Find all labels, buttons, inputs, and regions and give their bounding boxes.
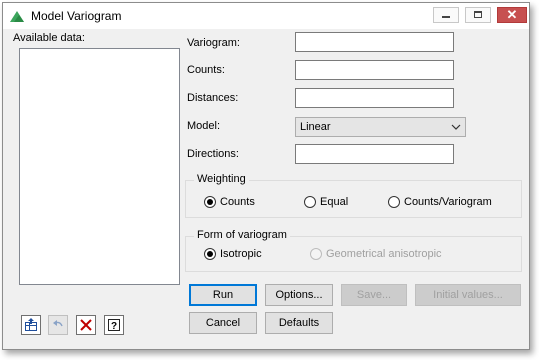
close-icon: ✕: [506, 7, 518, 22]
isotropic-radio[interactable]: [204, 248, 216, 260]
app-logo-icon: [9, 9, 25, 23]
distances-label: Distances:: [187, 92, 239, 104]
save-button: Save...: [341, 284, 407, 306]
weighting-counts-radio[interactable]: [204, 196, 216, 208]
weighting-group-title: Weighting: [194, 173, 249, 185]
distances-input[interactable]: [295, 88, 454, 108]
run-button[interactable]: Run: [189, 284, 257, 306]
variogram-input[interactable]: [295, 32, 454, 52]
window-title: Model Variogram: [31, 9, 122, 23]
model-label: Model:: [187, 120, 221, 132]
title-bar[interactable]: Model Variogram ✕: [3, 3, 529, 29]
maximize-icon: [474, 11, 482, 18]
minimize-button[interactable]: [433, 7, 459, 23]
weighting-counts-label[interactable]: Counts: [220, 196, 255, 208]
available-data-label: Available data:: [13, 32, 85, 44]
cancel-button[interactable]: Cancel: [189, 312, 257, 334]
svg-text:?: ?: [111, 321, 117, 332]
chevron-down-icon: [451, 124, 461, 130]
directions-input[interactable]: [295, 144, 454, 164]
undo-icon: [53, 320, 63, 327]
geometrical-anisotropic-radio: [310, 248, 322, 260]
available-data-list[interactable]: [19, 48, 180, 285]
weighting-counts-variogram-radio[interactable]: [388, 196, 400, 208]
initial-values-button: Initial values...: [415, 284, 521, 306]
form-of-variogram-group: Form of variogram Isotropic Geometrical …: [185, 229, 522, 272]
geometrical-anisotropic-label: Geometrical anisotropic: [326, 248, 442, 260]
clear-icon: [80, 319, 92, 331]
clear-button[interactable]: [76, 315, 96, 335]
isotropic-label[interactable]: Isotropic: [220, 248, 262, 260]
maximize-button[interactable]: [465, 7, 491, 23]
model-variogram-dialog: Model Variogram ✕ Available data: Variog…: [2, 2, 530, 350]
directions-label: Directions:: [187, 148, 239, 160]
copy-to-spreadsheet-button[interactable]: [21, 315, 41, 335]
model-select[interactable]: Linear: [295, 117, 466, 137]
options-button[interactable]: Options...: [265, 284, 333, 306]
help-button[interactable]: ?: [104, 315, 124, 335]
form-of-variogram-group-title: Form of variogram: [194, 229, 290, 241]
model-select-value: Linear: [300, 121, 331, 133]
weighting-equal-label[interactable]: Equal: [320, 196, 348, 208]
copy-to-spreadsheet-icon: [25, 318, 37, 331]
weighting-group: Weighting Counts Equal Counts/Variogram: [185, 173, 522, 218]
undo-button: [48, 315, 68, 335]
counts-input[interactable]: [295, 60, 454, 80]
variogram-label: Variogram:: [187, 37, 240, 49]
help-icon: ?: [108, 319, 120, 332]
weighting-equal-radio[interactable]: [304, 196, 316, 208]
weighting-counts-variogram-label[interactable]: Counts/Variogram: [404, 196, 492, 208]
minimize-icon: [442, 16, 450, 18]
defaults-button[interactable]: Defaults: [265, 312, 333, 334]
counts-label: Counts:: [187, 64, 225, 76]
close-button[interactable]: ✕: [497, 7, 527, 23]
